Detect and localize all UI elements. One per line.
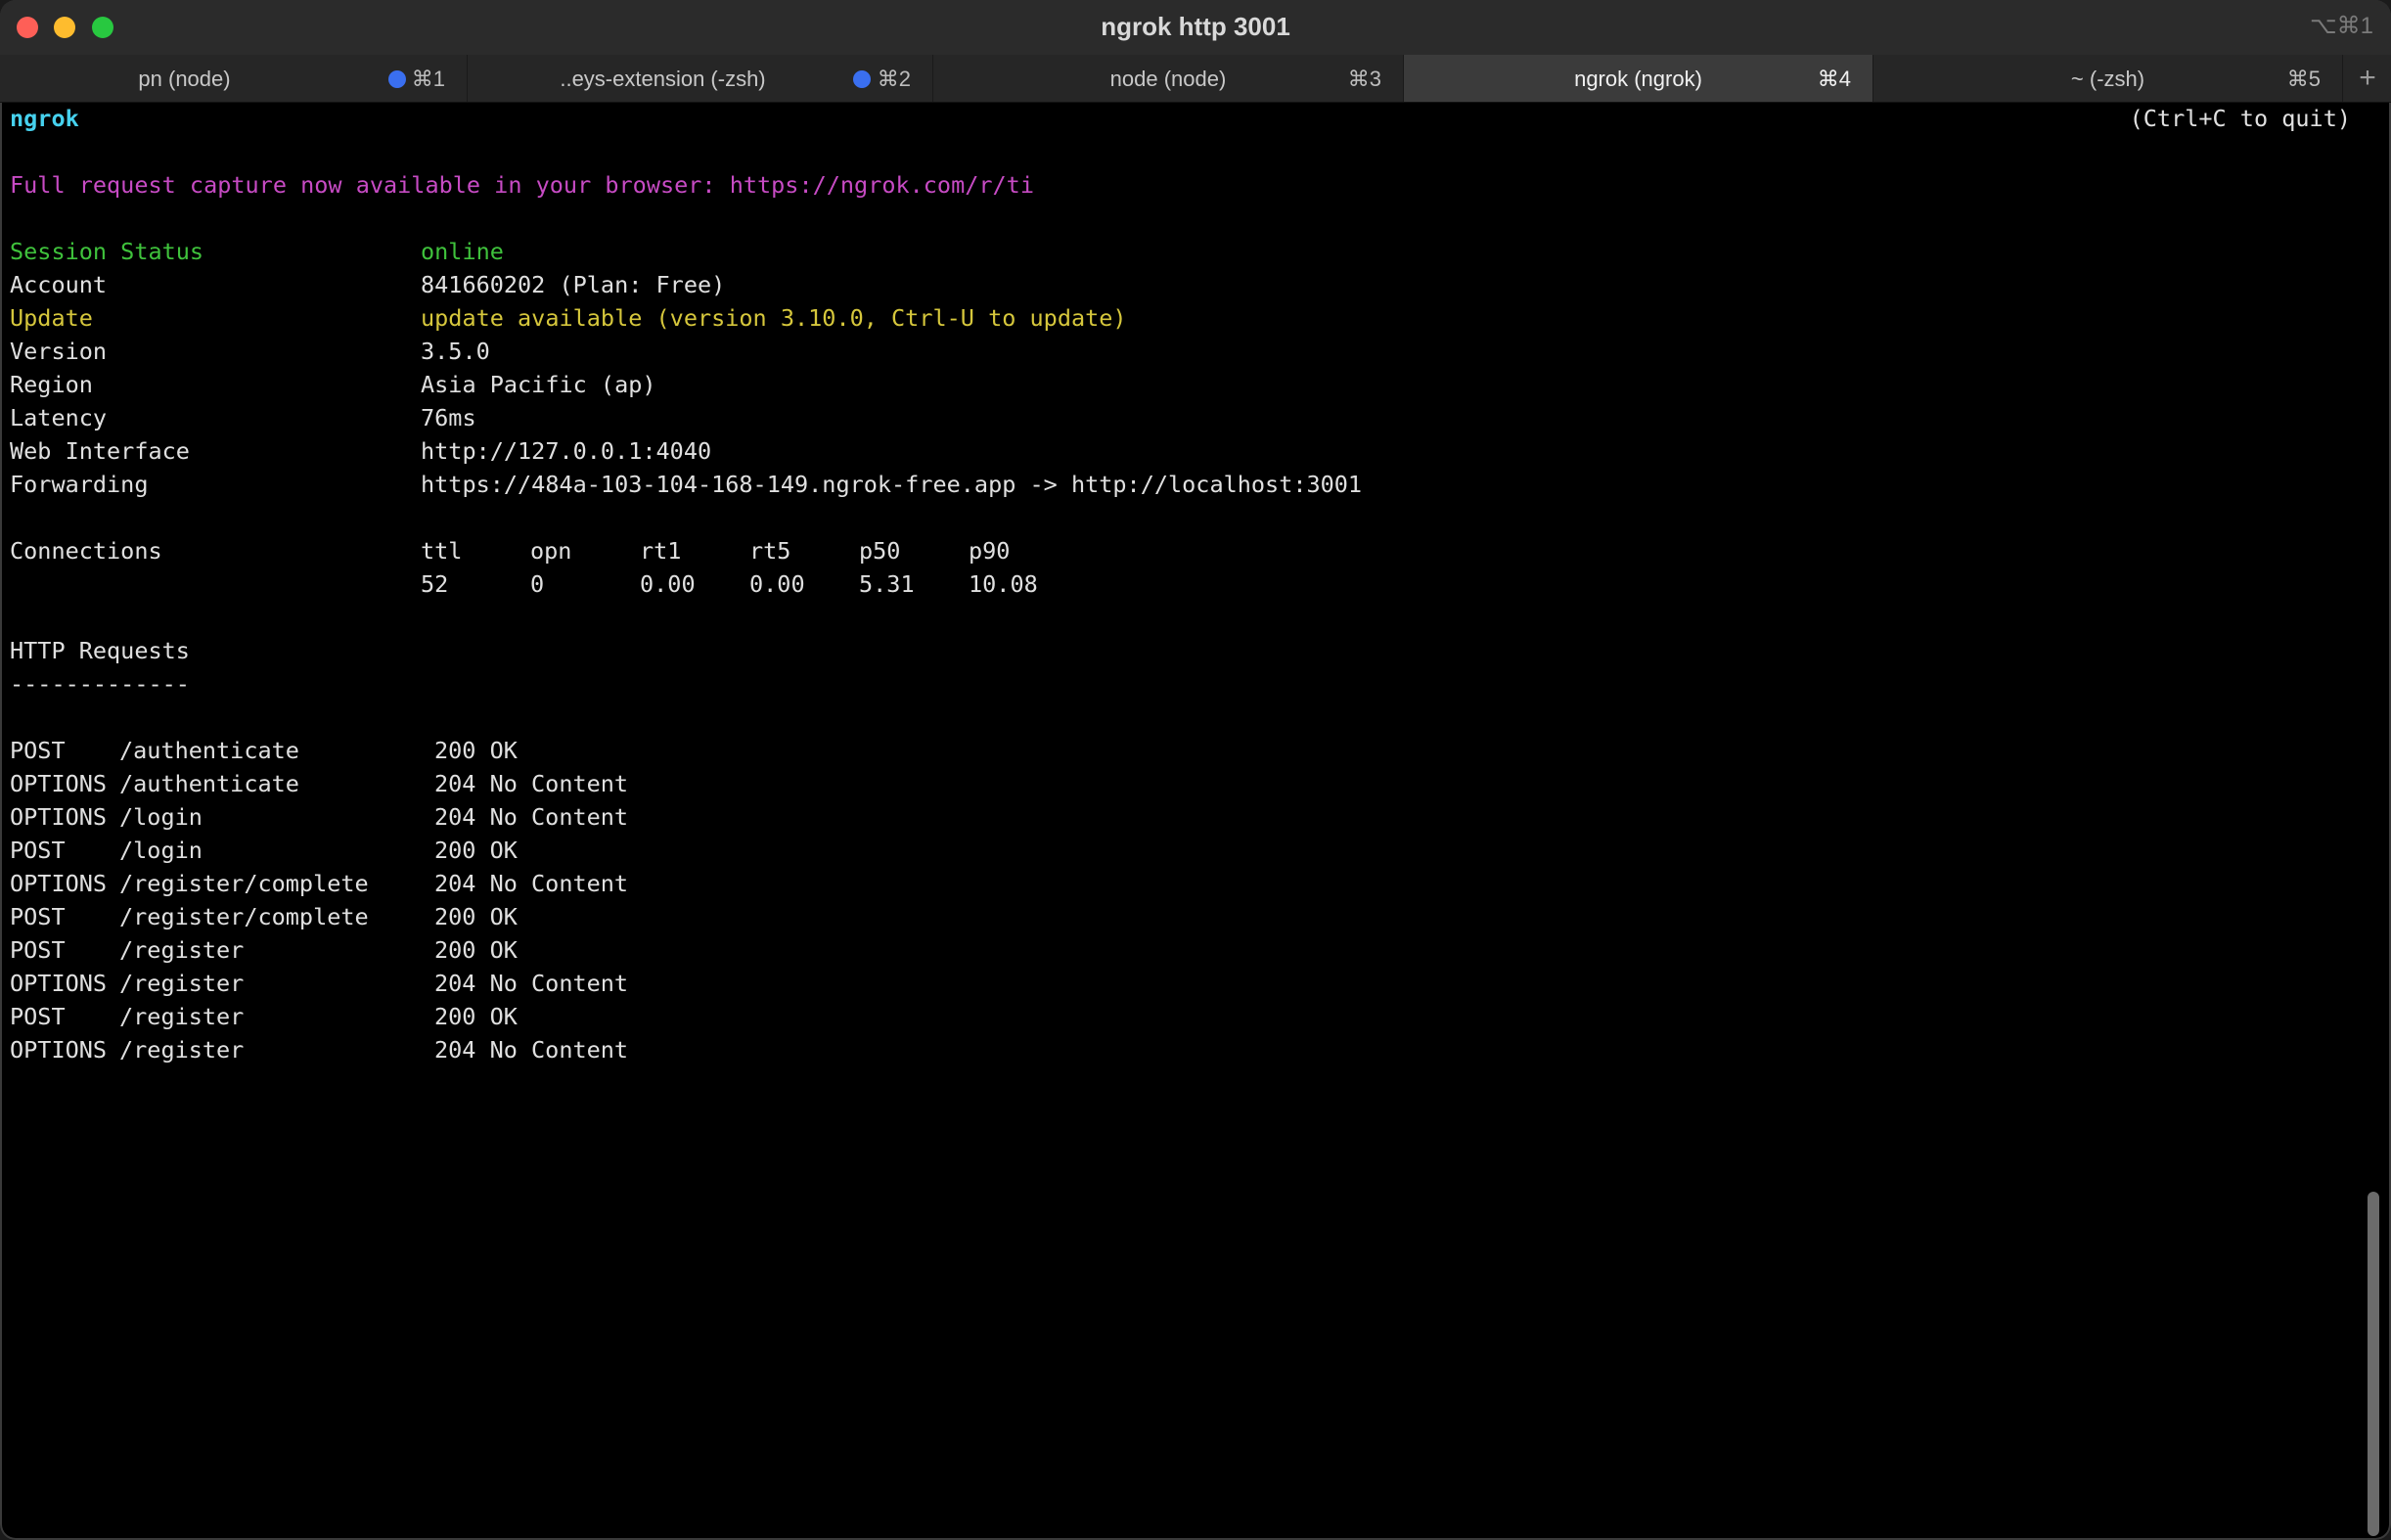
connections-label: Connections xyxy=(10,537,162,565)
window-shortcut: ⌥⌘1 xyxy=(2309,13,2373,39)
request-status: 200 OK xyxy=(434,1003,518,1030)
tab-shortcut: ⌘4 xyxy=(1817,67,1851,91)
status-key: Version xyxy=(10,338,108,365)
capture-notice: Full request capture now available in yo… xyxy=(10,171,1034,199)
connections-header: opn xyxy=(530,537,572,565)
connections-value: 10.08 xyxy=(969,570,1038,598)
tab-label: ~ (-zsh) xyxy=(2070,67,2145,91)
request-path: /register xyxy=(119,970,245,997)
connections-value: 0 xyxy=(530,570,545,598)
tab-label: ngrok (ngrok) xyxy=(1574,67,1702,91)
status-key: Web Interface xyxy=(10,437,190,465)
request-path: /register xyxy=(119,1036,245,1064)
request-path: /register/complete xyxy=(119,870,369,897)
request-status: 204 No Content xyxy=(434,770,629,797)
status-value: update available (version 3.10.0, Ctrl-U… xyxy=(421,304,1127,332)
tab-2[interactable]: ..eys-extension (-zsh) ⌘2 xyxy=(468,55,933,102)
request-path: /register xyxy=(119,936,245,964)
request-status: 204 No Content xyxy=(434,970,629,997)
title-bar: ngrok http 3001 ⌥⌘1 xyxy=(0,0,2391,56)
terminal-output[interactable]: ngrok (Ctrl+C to quit) Full request capt… xyxy=(10,102,2353,1536)
request-method: OPTIONS xyxy=(10,770,108,797)
request-status: 200 OK xyxy=(434,737,518,764)
tab-label: pn (node) xyxy=(138,67,231,91)
activity-dot-icon xyxy=(853,70,871,88)
status-value: http://127.0.0.1:4040 xyxy=(421,437,712,465)
request-method: OPTIONS xyxy=(10,970,108,997)
request-status: 200 OK xyxy=(434,903,518,930)
tab-shortcut: ⌘1 xyxy=(411,67,445,91)
window-title: ngrok http 3001 xyxy=(1101,12,1290,41)
activity-dot-icon xyxy=(388,70,406,88)
tab-1[interactable]: pn (node) ⌘1 xyxy=(0,55,468,102)
request-path: /authenticate xyxy=(119,770,299,797)
tab-label: node (node) xyxy=(1109,67,1227,91)
connections-header: p50 xyxy=(859,537,901,565)
tab-label: ..eys-extension (-zsh) xyxy=(560,67,766,91)
status-key: Update xyxy=(10,304,93,332)
status-key: Account xyxy=(10,271,108,298)
request-status: 204 No Content xyxy=(434,870,629,897)
app-name: ngrok xyxy=(10,105,79,132)
request-path: /register xyxy=(119,1003,245,1030)
tab-shortcut: ⌘2 xyxy=(877,67,911,91)
request-path: /authenticate xyxy=(119,737,299,764)
status-value: 841660202 (Plan: Free) xyxy=(421,271,726,298)
request-method: OPTIONS xyxy=(10,870,108,897)
request-method: POST xyxy=(10,837,66,864)
request-status: 204 No Content xyxy=(434,1036,629,1064)
status-key: Forwarding xyxy=(10,471,149,498)
tab-3[interactable]: node (node) ⌘3 xyxy=(933,55,1404,102)
new-tab-button[interactable]: + xyxy=(2348,59,2387,98)
scrollbar-thumb[interactable] xyxy=(2368,1192,2379,1536)
tab-shortcut: ⌘3 xyxy=(1347,67,1381,91)
request-method: POST xyxy=(10,1003,66,1030)
tab-shortcut: ⌘5 xyxy=(2286,67,2321,91)
request-method: POST xyxy=(10,903,66,930)
status-key: Session Status xyxy=(10,238,204,265)
http-requests-divider: ------------- xyxy=(10,670,190,698)
request-method: OPTIONS xyxy=(10,803,108,831)
status-key: Latency xyxy=(10,404,108,431)
request-status: 200 OK xyxy=(434,936,518,964)
tab-4[interactable]: ngrok (ngrok) ⌘4 xyxy=(1404,55,1873,102)
terminal-window: ngrok http 3001 ⌥⌘1 pn (node) ⌘1 ..eys-e… xyxy=(0,0,2391,1540)
request-method: OPTIONS xyxy=(10,1036,108,1064)
tab-bar: pn (node) ⌘1 ..eys-extension (-zsh) ⌘2 n… xyxy=(0,55,2391,103)
status-value: 76ms xyxy=(421,404,476,431)
status-value: online xyxy=(421,238,504,265)
request-method: POST xyxy=(10,737,66,764)
connections-header: rt1 xyxy=(640,537,682,565)
status-value: 3.5.0 xyxy=(421,338,490,365)
connections-header: rt5 xyxy=(749,537,791,565)
status-value: Asia Pacific (ap) xyxy=(421,371,656,398)
request-status: 200 OK xyxy=(434,837,518,864)
connections-value: 5.31 xyxy=(859,570,915,598)
tab-5[interactable]: ~ (-zsh) ⌘5 xyxy=(1873,55,2343,102)
connections-value: 52 xyxy=(421,570,449,598)
connections-header: p90 xyxy=(969,537,1011,565)
http-requests-title: HTTP Requests xyxy=(10,637,190,664)
request-path: /login xyxy=(119,803,203,831)
status-key: Region xyxy=(10,371,93,398)
connections-value: 0.00 xyxy=(640,570,696,598)
connections-header: ttl xyxy=(421,537,463,565)
request-method: POST xyxy=(10,936,66,964)
connections-value: 0.00 xyxy=(749,570,805,598)
request-status: 204 No Content xyxy=(434,803,629,831)
quit-hint: (Ctrl+C to quit) xyxy=(2129,105,2351,132)
request-path: /login xyxy=(119,837,203,864)
request-path: /register/complete xyxy=(119,903,369,930)
status-value: https://484a-103-104-168-149.ngrok-free.… xyxy=(421,471,1363,498)
